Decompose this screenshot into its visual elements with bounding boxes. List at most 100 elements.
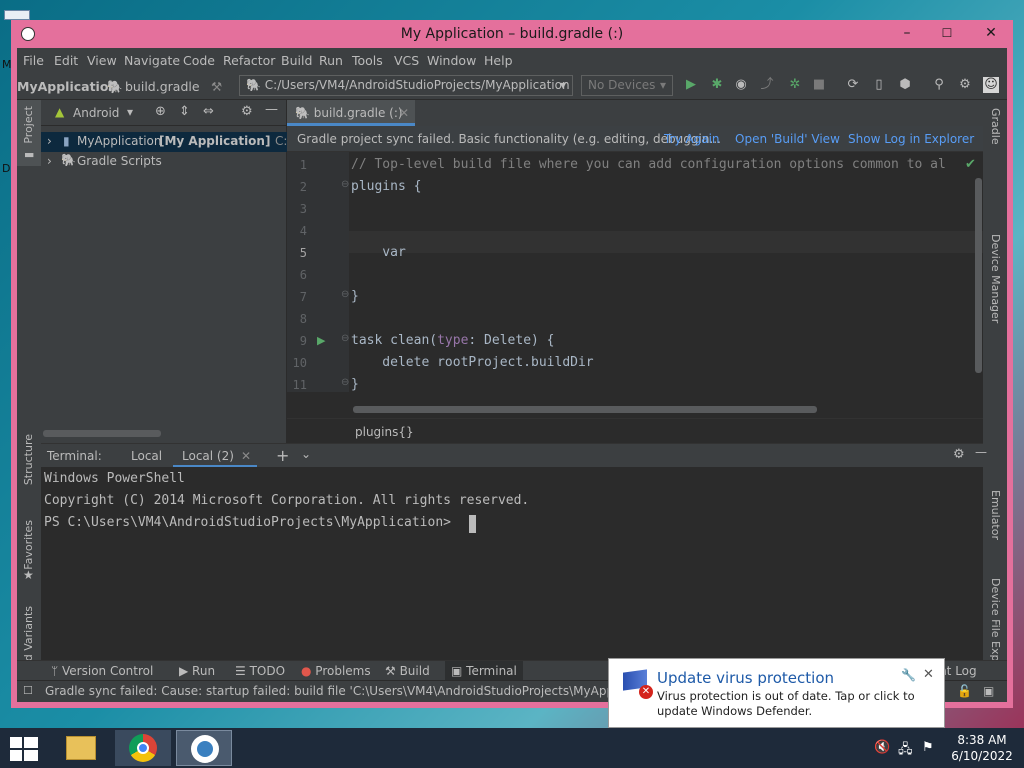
avatar-icon[interactable]: ☺	[983, 77, 999, 93]
add-terminal-icon[interactable]: +	[276, 446, 289, 465]
menu-window[interactable]: Window	[427, 53, 476, 68]
open-build-view-link[interactable]: Open 'Build' View	[735, 132, 840, 146]
apply-changes-icon[interactable]: ✲	[787, 77, 803, 93]
code-breadcrumb[interactable]: plugins{}	[287, 418, 983, 443]
expand-all-icon[interactable]: ⇕	[179, 104, 190, 119]
code-line-10[interactable]: delete rootProject.buildDir	[351, 355, 593, 370]
horizontal-scrollbar[interactable]	[43, 430, 161, 437]
nav-project[interactable]: MyApplication	[17, 79, 117, 94]
debug-icon[interactable]: ✱	[709, 77, 725, 93]
minimize-button[interactable]: –	[893, 22, 921, 44]
fold-icon[interactable]: ⊖	[341, 179, 349, 190]
menu-navigate[interactable]: Navigate	[124, 53, 180, 68]
problems-tool[interactable]: ● Problems	[301, 664, 371, 678]
editor-tab[interactable]: 🐘 build.gradle (:) ✕	[287, 100, 415, 126]
menu-tools[interactable]: Tools	[352, 53, 383, 68]
menu-vcs[interactable]: VCS	[394, 53, 419, 68]
hide-icon[interactable]: —	[975, 445, 987, 459]
desktop-icon[interactable]	[4, 10, 30, 20]
search-icon[interactable]: ⚲	[931, 77, 947, 93]
project-view-selector[interactable]: Android	[73, 106, 119, 120]
profile-icon[interactable]: ◉	[733, 77, 749, 93]
code-line-2[interactable]: plugins {	[351, 179, 421, 194]
show-log-link[interactable]: Show Log in Explorer	[848, 132, 974, 146]
stop-icon[interactable]: ■	[811, 77, 827, 93]
status-message[interactable]: Gradle sync failed: Cause: startup faile…	[45, 684, 677, 698]
windows-start-icon[interactable]	[10, 737, 38, 761]
close-icon[interactable]: ✕	[923, 667, 934, 682]
build-tool[interactable]: ⚒ Build	[385, 664, 430, 678]
chrome-taskbar-button[interactable]	[115, 730, 171, 766]
lock-icon[interactable]: 🔓	[957, 684, 972, 698]
notification-toast[interactable]: ✕ Update virus protection Virus protecti…	[608, 658, 945, 728]
file-explorer-taskbar-button[interactable]	[54, 730, 110, 766]
chevron-right-icon[interactable]: ›	[47, 134, 52, 148]
terminal-output[interactable]: Windows PowerShell Copyright (C) 2014 Mi…	[41, 467, 983, 660]
todo-tool[interactable]: ☰ TODO	[235, 664, 285, 678]
title-bar[interactable]: My Application – build.gradle (:) – ☐ ✕	[11, 20, 1013, 48]
maximize-button[interactable]: ☐	[933, 22, 961, 44]
gradle-tool-button[interactable]: Gradle	[989, 108, 1002, 145]
menu-help[interactable]: Help	[484, 53, 513, 68]
clock-time[interactable]: 8:38 AM	[952, 733, 1012, 747]
gear-icon[interactable]: ⚙	[953, 447, 965, 462]
action-center-flag-icon[interactable]: ⚑	[922, 740, 934, 755]
gear-icon[interactable]: ⚙	[241, 104, 253, 119]
hammer-icon[interactable]: ⚒	[211, 79, 222, 94]
chevron-down-icon[interactable]: ⌄	[301, 447, 311, 461]
gear-icon[interactable]: ⚙	[957, 77, 973, 93]
run-tool[interactable]: ▶ Run	[179, 664, 215, 678]
emulator-tool-button[interactable]: Emulator	[989, 490, 1002, 540]
menu-build[interactable]: Build	[281, 53, 312, 68]
menu-refactor[interactable]: Refactor	[223, 53, 275, 68]
device-combo[interactable]: No Devices ▾	[581, 75, 673, 96]
vertical-scrollbar[interactable]	[975, 178, 982, 373]
code-line-7[interactable]: }	[351, 289, 359, 304]
terminal-tab-local[interactable]: Local	[131, 449, 162, 463]
terminal-tab-active[interactable]: Local (2) ✕	[173, 444, 257, 468]
project-tool-button[interactable]: Project	[22, 106, 35, 144]
favorites-tool-button[interactable]: Favorites	[22, 520, 35, 570]
speaker-muted-icon[interactable]: 🔇	[874, 740, 890, 755]
nav-file[interactable]: build.gradle	[125, 79, 200, 94]
network-icon[interactable]: 🖧	[898, 740, 913, 762]
menu-code[interactable]: Code	[183, 53, 215, 68]
code-line-1[interactable]: // Top-level build file where you can ad…	[351, 157, 946, 172]
structure-tool-button[interactable]: Structure	[22, 434, 35, 485]
locate-icon[interactable]: ⊕	[155, 104, 166, 119]
menu-edit[interactable]: Edit	[54, 53, 78, 68]
menu-run[interactable]: Run	[319, 53, 343, 68]
clock-date[interactable]: 6/10/2022	[946, 749, 1018, 763]
chevron-down-icon[interactable]: ▾	[127, 105, 133, 119]
close-tab-icon[interactable]: ✕	[241, 449, 251, 463]
tree-item-gradle-scripts[interactable]: › 🐘 Gradle Scripts	[41, 152, 287, 172]
code-line-5[interactable]: var	[351, 245, 406, 260]
code-line-11[interactable]: }	[351, 377, 359, 392]
sync-gradle-icon[interactable]: ⟳	[845, 77, 861, 93]
device-manager-tool-button[interactable]: Device Manager	[989, 234, 1002, 323]
fold-icon[interactable]: ⊖	[341, 289, 349, 300]
collapse-all-icon[interactable]: ⇔	[203, 104, 214, 119]
attach-icon[interactable]: ⤴	[759, 77, 775, 93]
sdk-manager-icon[interactable]: ⬢	[897, 77, 913, 93]
run-gutter-icon[interactable]: ▶	[317, 334, 325, 347]
code-line-9[interactable]: task clean(type: Delete) {	[351, 333, 555, 348]
terminal-tool-active[interactable]: ▣ Terminal	[445, 661, 523, 681]
menu-file[interactable]: File	[23, 53, 44, 68]
status-toggle-icon[interactable]: ☐	[23, 684, 33, 697]
android-studio-taskbar-button[interactable]	[176, 730, 232, 766]
menu-view[interactable]: View	[87, 53, 117, 68]
fold-icon[interactable]: ⊖	[341, 377, 349, 388]
chevron-right-icon[interactable]: ›	[47, 154, 52, 168]
version-control-tool[interactable]: ᛘ Version Control	[51, 664, 153, 678]
run-config-combo[interactable]: 🐘 C:/Users/VM4/AndroidStudioProjects/MyA…	[239, 75, 573, 96]
tree-item-myapplication[interactable]: › ▮ MyApplication [My Application] C:\Us	[41, 132, 307, 152]
try-again-link[interactable]: Try Again	[664, 132, 720, 146]
device-manager-icon[interactable]: ▯	[871, 77, 887, 93]
settings-wrench-icon[interactable]: 🔧	[901, 668, 916, 682]
close-button[interactable]: ✕	[969, 22, 1013, 44]
horizontal-scrollbar[interactable]	[353, 406, 817, 413]
run-icon[interactable]: ▶	[683, 77, 699, 93]
memory-icon[interactable]: ▣	[983, 684, 994, 698]
close-tab-icon[interactable]: ✕	[399, 106, 409, 120]
